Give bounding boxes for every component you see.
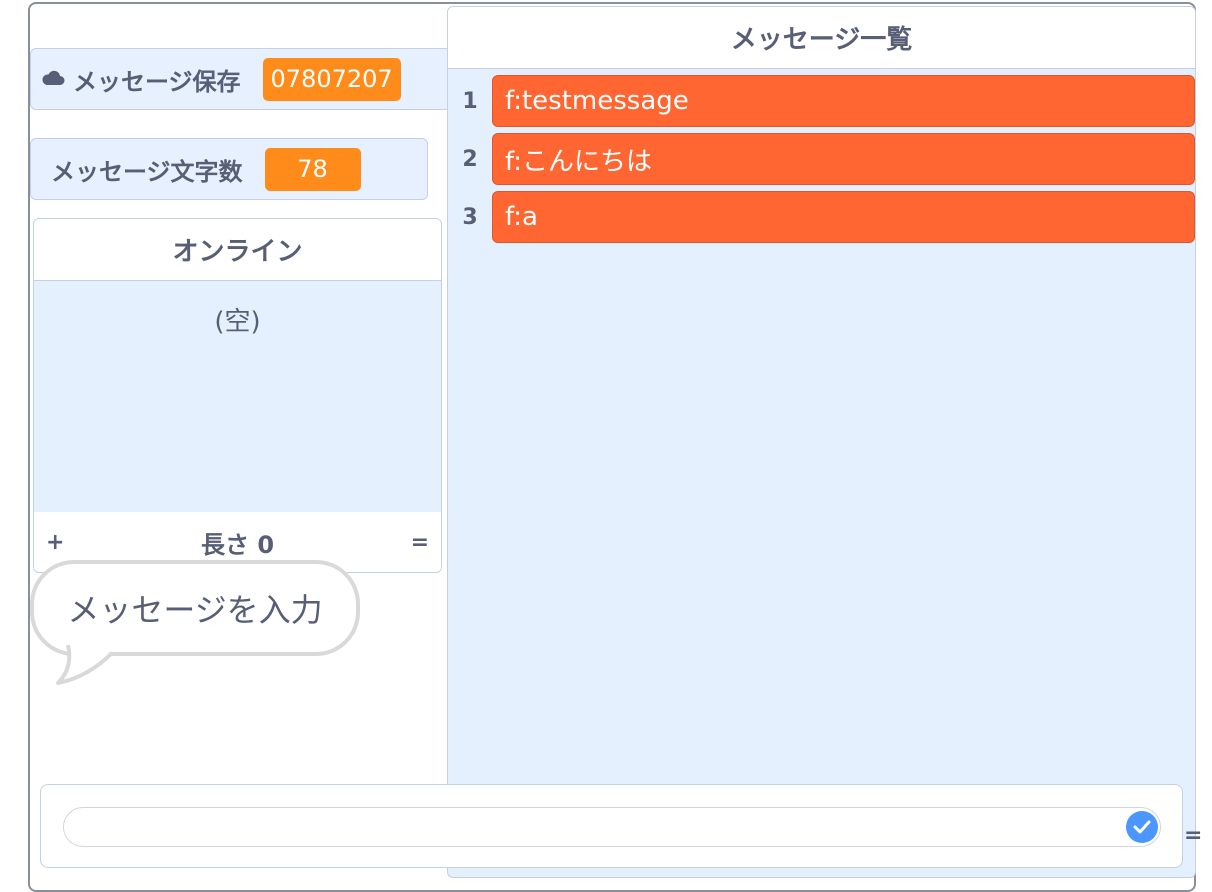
list-monitor-messages: メッセージ一覧 1 f:testmessage 2 f:こんにちは 3 f:a: [447, 6, 1196, 878]
list-empty-text: (空): [214, 307, 261, 337]
list-item[interactable]: 3 f:a: [448, 191, 1195, 243]
monitor-message-length: メッセージ文字数 78: [30, 138, 428, 200]
list-item[interactable]: 1 f:testmessage: [448, 75, 1195, 127]
monitor-value: 07807207: [262, 57, 401, 101]
add-item-button[interactable]: +: [46, 530, 64, 555]
speech-bubble-tail: [56, 645, 114, 685]
ask-prompt: [40, 784, 1183, 868]
speech-bubble: メッセージを入力: [30, 560, 360, 656]
list-item-index: 1: [462, 88, 478, 114]
resize-handle[interactable]: =: [1184, 823, 1202, 848]
list-length: 長さ 0: [200, 530, 275, 559]
monitor-value: 78: [264, 147, 361, 191]
list-item-index: 3: [462, 204, 478, 230]
monitor-label: メッセージ文字数: [51, 157, 243, 186]
list-title: メッセージ一覧: [448, 7, 1195, 69]
list-item-index: 2: [462, 146, 478, 172]
monitor-label: メッセージ保存: [73, 67, 241, 96]
list-item-value[interactable]: f:a: [492, 191, 1195, 243]
monitor-message-save: メッセージ保存 07807207: [30, 48, 460, 110]
cloud-icon: [41, 67, 65, 92]
answer-input[interactable]: [63, 807, 1161, 847]
check-icon[interactable]: [1126, 811, 1158, 843]
list-item-value[interactable]: f:こんにちは: [492, 133, 1195, 185]
list-item-value[interactable]: f:testmessage: [492, 75, 1195, 127]
resize-handle[interactable]: =: [411, 530, 429, 555]
list-monitor-online: オンライン (空) + 長さ 0 =: [33, 218, 442, 573]
list-item[interactable]: 2 f:こんにちは: [448, 133, 1195, 185]
list-title: オンライン: [34, 219, 441, 281]
